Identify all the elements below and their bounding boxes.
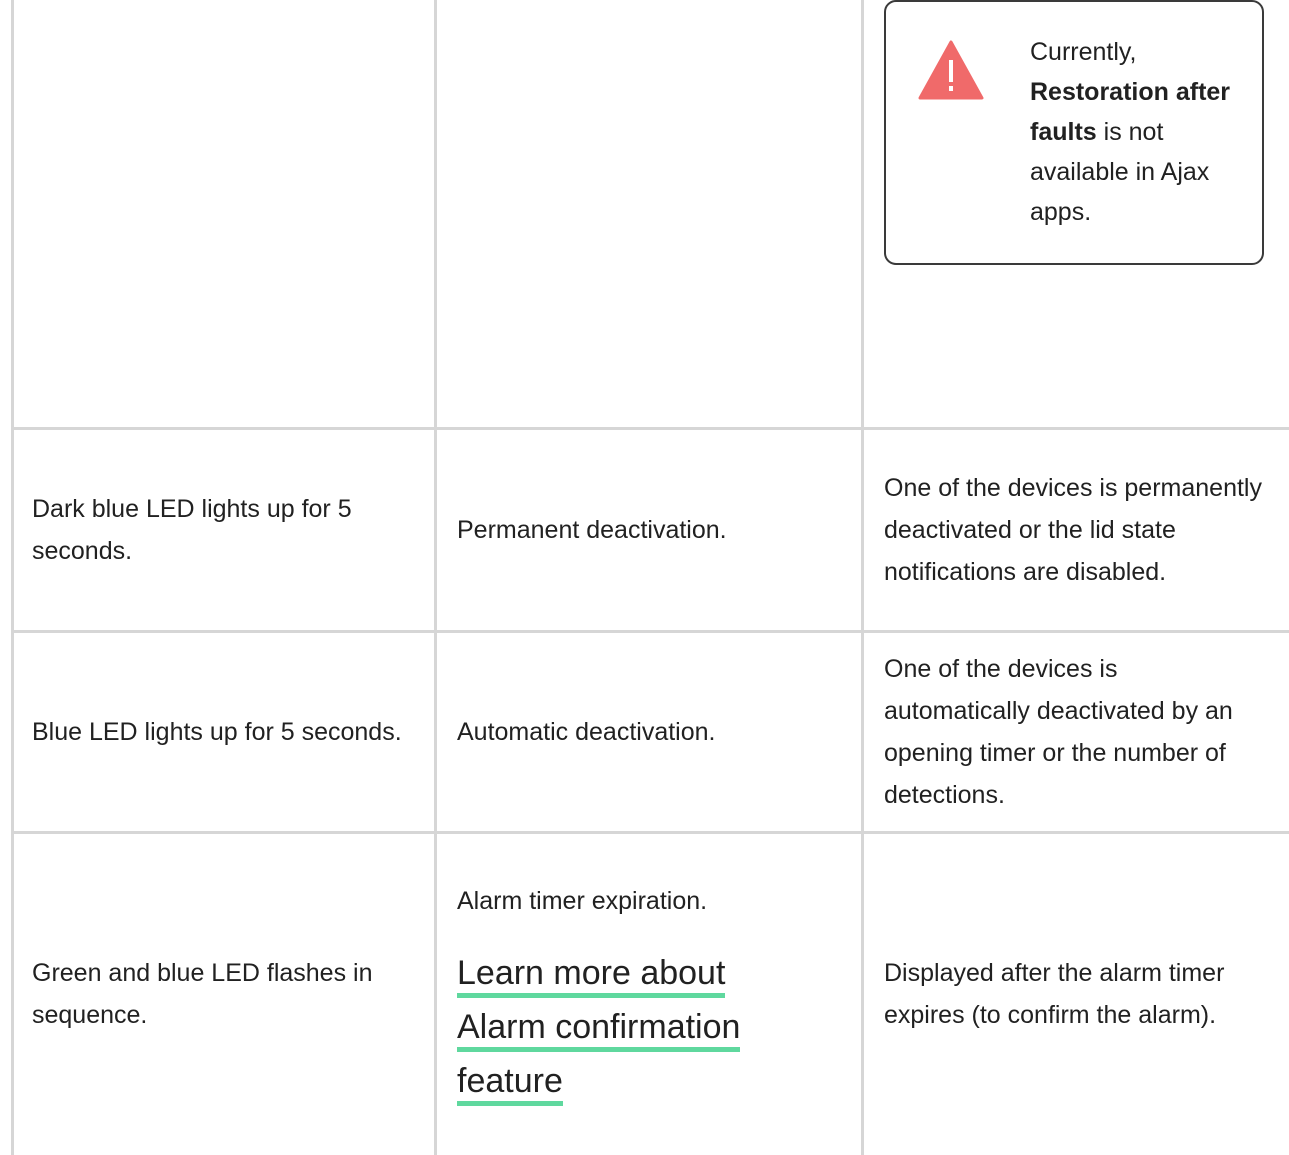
table-row: Automatic deactivation. bbox=[457, 633, 847, 831]
note-cell: One of the devices is automatically deac… bbox=[884, 655, 1233, 809]
warning-text: Currently, Restoration after faults is n… bbox=[1030, 32, 1250, 232]
table-border-left bbox=[11, 0, 14, 1155]
table-column-divider bbox=[434, 0, 437, 1155]
warning-text-prefix: Currently, bbox=[1030, 38, 1137, 66]
link-line: feature bbox=[457, 1062, 563, 1106]
table-row: Dark blue LED lights up for 5 seconds. bbox=[32, 430, 412, 630]
table-row: Permanent deactivation. bbox=[457, 430, 847, 630]
indication-cell: Dark blue LED lights up for 5 seconds. bbox=[32, 495, 352, 565]
led-indication-table: Currently, Restoration after faults is n… bbox=[0, 0, 1289, 1155]
note-cell: One of the devices is permanently deacti… bbox=[884, 474, 1262, 586]
table-row: Green and blue LED flashes in sequence. bbox=[32, 834, 412, 1154]
table-row: Displayed after the alarm timer expires … bbox=[884, 834, 1264, 1154]
note-cell: Displayed after the alarm timer expires … bbox=[884, 959, 1225, 1029]
table-row: Alarm timer expiration. Learn more about… bbox=[457, 834, 847, 1154]
event-cell: Permanent deactivation. bbox=[457, 516, 727, 544]
table-column-divider bbox=[861, 0, 864, 1155]
link-line: Learn more about bbox=[457, 954, 726, 998]
learn-more-alarm-confirmation-link[interactable]: Learn more about Alarm confirmation feat… bbox=[457, 946, 847, 1108]
indication-cell: Green and blue LED flashes in sequence. bbox=[32, 959, 373, 1029]
event-text: Alarm timer expiration. bbox=[457, 887, 708, 915]
link-line: Alarm confirmation bbox=[457, 1008, 741, 1052]
table-row: Blue LED lights up for 5 seconds. bbox=[32, 633, 412, 831]
event-cell: Automatic deactivation. bbox=[457, 718, 716, 746]
event-cell: Alarm timer expiration. Learn more about… bbox=[457, 880, 847, 1108]
warning-triangle-icon bbox=[918, 40, 984, 100]
table-row: One of the devices is automatically deac… bbox=[884, 633, 1264, 831]
table-row: One of the devices is permanently deacti… bbox=[884, 430, 1264, 630]
warning-note: Currently, Restoration after faults is n… bbox=[884, 0, 1264, 265]
indication-cell: Blue LED lights up for 5 seconds. bbox=[32, 718, 402, 746]
